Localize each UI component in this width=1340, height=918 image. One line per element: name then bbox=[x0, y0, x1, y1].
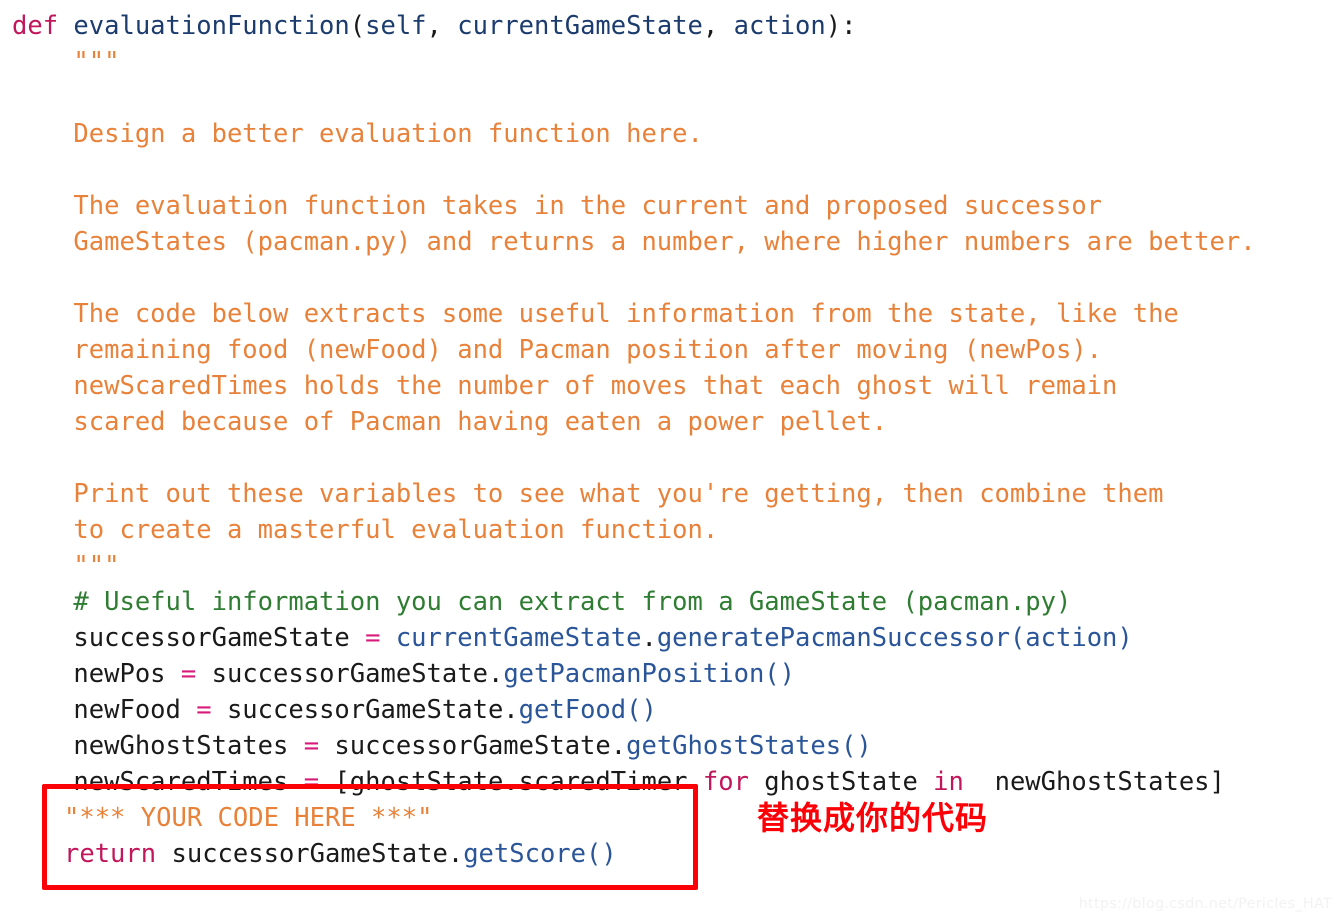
docstring-text: The evaluation function takes in the cur… bbox=[73, 191, 1103, 221]
code-line-docstring-5: newScaredTimes holds the number of moves… bbox=[0, 368, 1340, 404]
docstring-text: Design a better evaluation function here… bbox=[73, 119, 703, 149]
comma-2: , bbox=[702, 11, 734, 41]
code-line-docstring-0: Design a better evaluation function here… bbox=[0, 116, 1340, 152]
object-name: successorGameState bbox=[334, 731, 611, 761]
code-line-docstring-7: Print out these variables to see what yo… bbox=[0, 476, 1340, 512]
indent-4 bbox=[12, 227, 73, 257]
return-method-call: getScore() bbox=[463, 839, 617, 869]
dot: . bbox=[447, 839, 464, 869]
indent-12 bbox=[12, 587, 73, 617]
assign-operator: = bbox=[288, 731, 335, 761]
docstring-text: scared because of Pacman having eaten a … bbox=[73, 407, 888, 437]
dot: . bbox=[610, 731, 627, 761]
chinese-annotation-label: 替换成你的代码 bbox=[757, 799, 989, 837]
code-line-new-food: newFood = successorGameState.getFood() bbox=[0, 692, 1340, 728]
object-name: currentGameState bbox=[395, 623, 642, 653]
docstring-text: newScaredTimes holds the number of moves… bbox=[73, 371, 1118, 401]
code-line-docstring-1: The evaluation function takes in the cur… bbox=[0, 188, 1340, 224]
indent-5 bbox=[12, 299, 73, 329]
code-line-docstring-close: """ bbox=[0, 548, 1340, 584]
code-line-return: return successorGameState.getScore() bbox=[64, 836, 684, 872]
indent-8 bbox=[12, 407, 73, 437]
docstring-text: remaining food (newFood) and Pacman posi… bbox=[73, 335, 1103, 365]
variable-name: newPos bbox=[73, 659, 166, 689]
function-name: evaluationFunction bbox=[73, 11, 350, 41]
code-line-comment: # Useful information you can extract fro… bbox=[0, 584, 1340, 620]
docstring-text: GameStates (pacman.py) and returns a num… bbox=[73, 227, 1256, 257]
docstring-close-quotes: """ bbox=[73, 551, 120, 581]
indent-16 bbox=[12, 731, 73, 761]
object-name: successorGameState bbox=[226, 695, 504, 725]
watermark-url: https://blog.csdn.net/Pericles_HAT bbox=[1078, 896, 1332, 912]
param-current-game-state: currentGameState bbox=[457, 11, 703, 41]
method-call: generatePacmanSuccessor(action) bbox=[656, 623, 1133, 653]
assign-operator: = bbox=[349, 623, 396, 653]
indent-6 bbox=[12, 335, 73, 365]
indent-14 bbox=[12, 659, 73, 689]
docstring-open-quotes: """ bbox=[73, 47, 120, 77]
code-line-docstring-6: scared because of Pacman having eaten a … bbox=[0, 404, 1340, 440]
indent-1 bbox=[12, 47, 73, 77]
comment-text: # Useful information you can extract fro… bbox=[73, 587, 1072, 617]
keyword-return: return bbox=[64, 839, 157, 869]
indent-9 bbox=[12, 479, 73, 509]
indent-10 bbox=[12, 515, 73, 545]
code-line-new-pos: newPos = successorGameState.getPacmanPos… bbox=[0, 656, 1340, 692]
highlighted-code-block: "*** YOUR CODE HERE ***" return successo… bbox=[64, 800, 684, 872]
assign-operator: = bbox=[180, 695, 227, 725]
code-line-docstring-open: """ bbox=[0, 44, 1340, 80]
dot: . bbox=[487, 659, 504, 689]
param-action: action bbox=[733, 11, 826, 41]
variable-name: newGhostStates bbox=[73, 731, 289, 761]
indent-7 bbox=[12, 371, 73, 401]
method-call: getFood() bbox=[518, 695, 657, 725]
code-line-docstring-4: remaining food (newFood) and Pacman posi… bbox=[0, 332, 1340, 368]
param-self: self bbox=[365, 11, 427, 41]
docstring-text: Print out these variables to see what yo… bbox=[73, 479, 1164, 509]
indent-2 bbox=[12, 119, 73, 149]
indent-11 bbox=[12, 551, 73, 581]
iterable-name: newGhostStates] bbox=[979, 767, 1225, 797]
object-name: successorGameState bbox=[211, 659, 488, 689]
method-call: getGhostStates() bbox=[626, 731, 872, 761]
docstring-text: to create a masterful evaluation functio… bbox=[73, 515, 719, 545]
indent-3 bbox=[12, 191, 73, 221]
code-line-docstring-8: to create a masterful evaluation functio… bbox=[0, 512, 1340, 548]
comma-1: , bbox=[426, 11, 458, 41]
code-line-successor-game-state: successorGameState = currentGameState.ge… bbox=[0, 620, 1340, 656]
method-call: getPacmanPosition() bbox=[503, 659, 796, 689]
docstring-text: The code below extracts some useful info… bbox=[73, 299, 1179, 329]
code-line-docstring-3: The code below extracts some useful info… bbox=[0, 296, 1340, 332]
code-line-placeholder-string: "*** YOUR CODE HERE ***" bbox=[64, 800, 684, 836]
code-line-function-signature: def evaluationFunction(self, currentGame… bbox=[0, 8, 1340, 44]
variable-name: newFood bbox=[73, 695, 181, 725]
variable-name: successorGameState bbox=[73, 623, 350, 653]
keyword-for: for bbox=[687, 767, 765, 797]
open-paren: ( bbox=[349, 11, 366, 41]
dot: . bbox=[503, 695, 519, 725]
close-paren-colon: ): bbox=[825, 11, 857, 41]
code-line-docstring-2: GameStates (pacman.py) and returns a num… bbox=[0, 224, 1340, 260]
code-editor-pane: def evaluationFunction(self, currentGame… bbox=[0, 0, 1340, 918]
return-object: successorGameState bbox=[171, 839, 448, 869]
keyword-def: def bbox=[12, 11, 59, 41]
indent-13 bbox=[12, 623, 73, 653]
indent-15 bbox=[12, 695, 73, 725]
placeholder-string-text: "*** YOUR CODE HERE ***" bbox=[64, 803, 433, 833]
dot: . bbox=[641, 623, 657, 653]
assign-operator: = bbox=[165, 659, 212, 689]
code-line-new-ghost-states: newGhostStates = successorGameState.getG… bbox=[0, 728, 1340, 764]
